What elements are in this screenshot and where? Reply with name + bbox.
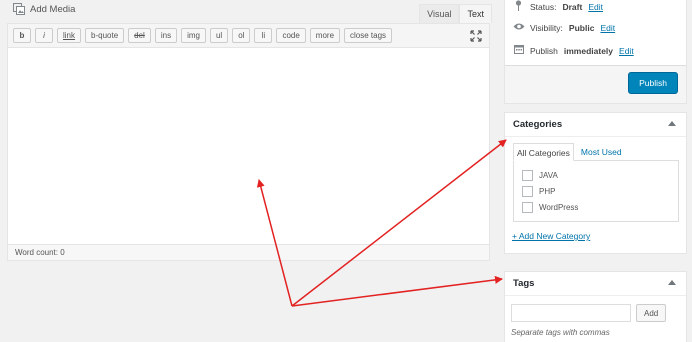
category-checkbox[interactable] (522, 185, 533, 197)
tags-title: Tags (513, 278, 535, 289)
categories-title: Categories (513, 119, 563, 130)
calendar-icon (513, 44, 524, 57)
category-tabs: All Categories Most Used (513, 143, 625, 161)
list-item[interactable]: WordPress (522, 199, 670, 215)
ul-button[interactable]: ul (209, 28, 229, 43)
add-media-button[interactable]: Add Media (8, 0, 80, 18)
word-count: Word count: 0 (8, 244, 489, 260)
media-icon (13, 3, 26, 15)
publish-label: Publish (530, 45, 558, 56)
close-tags-button[interactable]: close tags (344, 28, 393, 43)
arrow-to-tags (291, 275, 503, 307)
status-label: Status: (530, 2, 557, 12)
add-tag-button[interactable]: Add (636, 304, 667, 322)
blockquote-button[interactable]: b-quote (85, 28, 125, 43)
toggle-arrow-icon[interactable] (668, 280, 676, 285)
status-value: Draft (562, 2, 583, 12)
li-button[interactable]: li (254, 28, 273, 43)
list-item[interactable]: JAVA (522, 167, 670, 183)
categories-header[interactable]: Categories (505, 113, 686, 137)
code-button[interactable]: code (276, 28, 306, 43)
tags-box: Tags Add Separate tags with commas (504, 271, 687, 342)
pin-icon (513, 0, 524, 14)
visibility-row: Visibility: Public Edit (513, 22, 615, 34)
quicktags-toolbar: b i link b-quote del ins img ul ol li co… (8, 24, 489, 48)
fullscreen-icon[interactable] (470, 30, 482, 42)
tab-most-used[interactable]: Most Used (578, 143, 625, 161)
text-editor: b i link b-quote del ins img ul ol li co… (7, 23, 490, 261)
publish-button[interactable]: Publish (628, 72, 678, 94)
toggle-arrow-icon[interactable] (668, 121, 676, 126)
publish-actions: Publish (505, 65, 686, 103)
category-label: WordPress (539, 202, 579, 212)
category-checkbox[interactable] (522, 201, 533, 213)
status-row: Status: Draft Edit (513, 0, 603, 14)
visibility-value: Public (568, 23, 595, 33)
edit-publish-date-link[interactable]: Edit (619, 46, 634, 56)
img-button[interactable]: img (181, 28, 206, 43)
category-checkbox[interactable] (522, 169, 533, 181)
ol-button[interactable]: ol (232, 28, 251, 43)
ins-button[interactable]: ins (154, 28, 178, 43)
category-label: JAVA (539, 170, 558, 180)
category-label: PHP (539, 186, 556, 196)
tag-input[interactable] (511, 304, 631, 322)
link-button[interactable]: link (57, 28, 82, 43)
bold-button[interactable]: b (13, 28, 31, 43)
eye-icon (513, 22, 525, 34)
edit-visibility-link[interactable]: Edit (600, 23, 615, 33)
publish-value: immediately (563, 45, 614, 56)
category-checklist: JAVA PHP WordPress (513, 160, 679, 222)
more-button[interactable]: more (309, 28, 341, 43)
tab-text[interactable]: Text (459, 4, 492, 23)
add-new-category-link[interactable]: + Add New Category (512, 231, 590, 241)
editor-mode-tabs: Visual Text (419, 4, 492, 23)
edit-status-link[interactable]: Edit (588, 2, 603, 12)
content-textarea[interactable] (8, 48, 489, 244)
publish-box: Status: Draft Edit Visibility: Public Ed… (504, 0, 687, 104)
italic-button[interactable]: i (35, 28, 53, 43)
visibility-label: Visibility: (530, 23, 563, 33)
publish-date-row: Publish immediately Edit (513, 44, 634, 57)
tab-all-categories[interactable]: All Categories (513, 143, 574, 161)
tab-visual[interactable]: Visual (419, 4, 460, 23)
tags-header[interactable]: Tags (505, 272, 686, 296)
tags-hint: Separate tags with commas (511, 328, 610, 337)
add-media-label: Add Media (30, 3, 76, 15)
categories-box: Categories All Categories Most Used JAVA… (504, 112, 687, 254)
del-button[interactable]: del (128, 28, 151, 43)
list-item[interactable]: PHP (522, 183, 670, 199)
